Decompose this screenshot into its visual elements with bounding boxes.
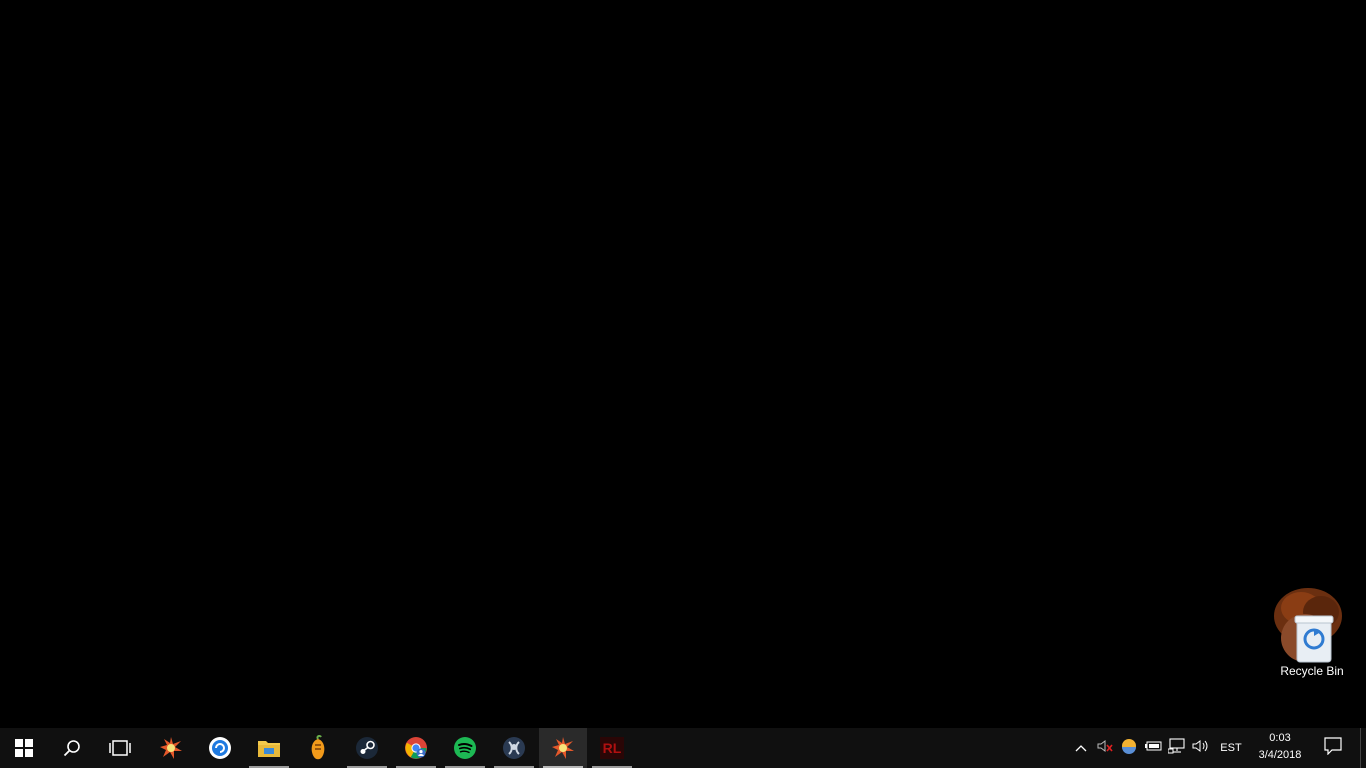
taskbar-app-chrome[interactable]: [392, 728, 440, 768]
network-icon: [1167, 737, 1186, 759]
recycle-bin-label: Recycle Bin: [1280, 664, 1344, 678]
tray-sun-app[interactable]: [1118, 728, 1140, 768]
steam-icon: [355, 736, 379, 760]
recycle-bin-icon: [1271, 586, 1345, 664]
burst-app-icon: [159, 736, 183, 760]
tray-network[interactable]: [1166, 728, 1188, 768]
clock[interactable]: 0:03 3/4/2018: [1250, 728, 1310, 768]
tray-speaker-muted[interactable]: [1094, 728, 1116, 768]
input-language-indicator[interactable]: EST: [1216, 728, 1246, 768]
tray-volume[interactable]: [1190, 728, 1212, 768]
chrome-icon: [404, 736, 428, 760]
task-view-button[interactable]: [96, 728, 144, 768]
show-desktop-button[interactable]: [1360, 728, 1366, 768]
rl-app-label: RL: [602, 740, 622, 756]
burst-app-icon: [551, 736, 575, 760]
battery-icon: [1144, 739, 1162, 757]
windows-start-icon: [15, 739, 33, 757]
start-button[interactable]: [0, 728, 48, 768]
taskbar: RL EST 0:03 3/4/2018: [0, 728, 1366, 768]
taskbar-app-teamspeak[interactable]: [490, 728, 538, 768]
taskbar-app-blue-circle[interactable]: [196, 728, 244, 768]
task-view-icon: [109, 740, 131, 756]
taskbar-app-rl[interactable]: RL: [588, 728, 636, 768]
sun-app-icon: [1121, 738, 1137, 759]
chevron-up-icon: [1075, 739, 1087, 757]
taskbar-app-file-explorer[interactable]: [245, 728, 293, 768]
volume-icon: [1192, 739, 1210, 758]
spotify-icon: [453, 736, 477, 760]
clock-date: 3/4/2018: [1258, 749, 1302, 761]
search-button[interactable]: [48, 728, 96, 768]
tray-battery[interactable]: [1142, 728, 1164, 768]
desktop[interactable]: Recycle Bin: [0, 0, 1366, 728]
file-explorer-icon: [257, 738, 281, 758]
recycle-bin-shortcut[interactable]: Recycle Bin: [1266, 586, 1358, 682]
action-center-icon: [1324, 736, 1342, 760]
speaker-muted-icon: [1097, 739, 1113, 758]
action-center-button[interactable]: [1316, 728, 1350, 768]
taskbar-app-steam[interactable]: [343, 728, 391, 768]
taskbar-app-burst-active[interactable]: [539, 728, 587, 768]
blue-circle-app-icon: [208, 736, 232, 760]
show-hidden-icons-button[interactable]: [1070, 728, 1092, 768]
taskbar-app-burst[interactable]: [147, 728, 195, 768]
taskbar-app-spotify[interactable]: [441, 728, 489, 768]
search-icon: [63, 739, 81, 757]
clock-time: 0:03: [1269, 732, 1291, 744]
teamspeak-icon: [502, 736, 526, 760]
rl-app-icon: RL: [600, 737, 624, 759]
fl-studio-icon: [308, 735, 328, 761]
taskbar-app-fl-studio[interactable]: [294, 728, 342, 768]
